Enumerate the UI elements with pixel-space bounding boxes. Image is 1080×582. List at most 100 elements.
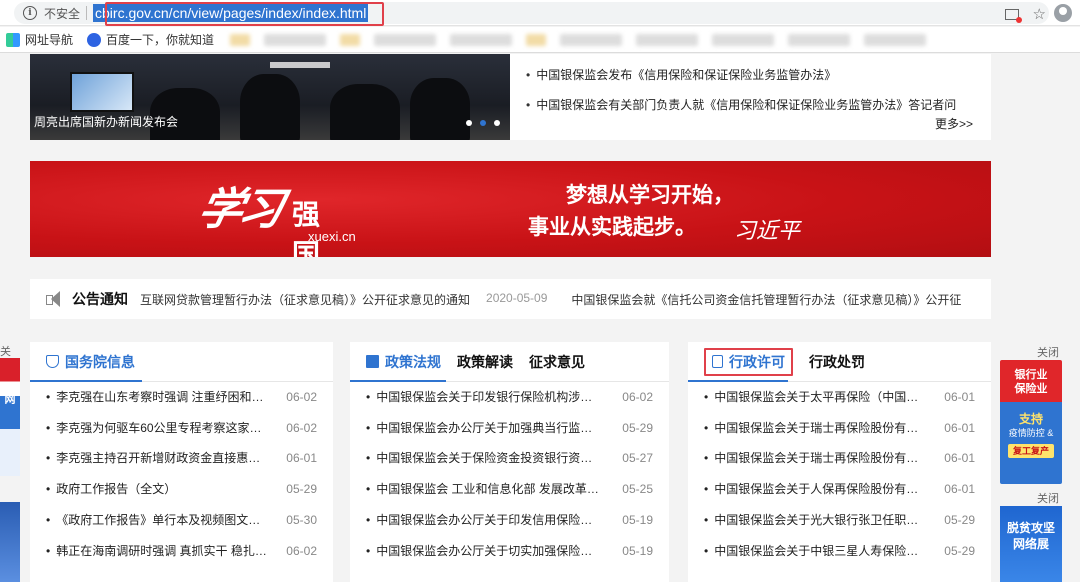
security-indicator[interactable]: 不安全 (44, 5, 80, 22)
item-title[interactable]: 中国银保监会 工业和信息化部 发展改革… (366, 474, 599, 505)
bookmark-star-icon[interactable]: ☆ (1033, 5, 1046, 23)
left-ad-image-2[interactable] (0, 502, 20, 582)
profile-avatar-icon[interactable] (1054, 4, 1072, 22)
xuexi-banner[interactable]: 学习 强国 xuexi.cn 梦想从学习开始， 事业从实践起步。 习近平 (30, 161, 991, 257)
item-title[interactable]: 政府工作报告（全文） (46, 474, 176, 505)
close-right-ad-2[interactable]: 关闭 (1037, 490, 1059, 506)
more-link[interactable]: 更多>> (935, 115, 973, 132)
item-title[interactable]: 中国银保监会关于保险资金投资银行资… (366, 443, 592, 474)
carousel-dot-active[interactable] (480, 120, 486, 126)
item-title[interactable]: 中国银保监会关于人保再保险股份有… (704, 474, 918, 505)
item-title[interactable]: 中国银保监会办公厅关于加强典当行监… (366, 413, 592, 444)
carousel-caption[interactable]: 周亮出席国新办新闻发布会 (34, 113, 178, 130)
list-item[interactable]: 中国银保监会办公厅关于印发信用保险… 05-19 (366, 505, 653, 536)
tab-state-council[interactable]: 国务院信息 (46, 352, 135, 372)
item-date: 06-01 (944, 451, 975, 466)
list-item[interactable]: 中国银保监会关于瑞士再保险股份有… 06-01 (704, 443, 975, 474)
list-item[interactable]: 李克强主持召开新增财政资金直接惠… 06-01 (46, 443, 317, 474)
covid-support-ad[interactable]: 银行业 保险业 支持 疫情防控 & 复工复产 (1000, 360, 1062, 484)
item-title[interactable]: 中国银保监会关于中银三星人寿保险… (704, 536, 918, 567)
item-title[interactable]: 韩正在海南调研时强调 真抓实干 稳扎… (46, 536, 267, 567)
bookmark-baidu[interactable]: 百度一下，你就知道 (87, 31, 214, 48)
item-title[interactable]: 中国银保监会办公厅关于切实加强保险… (366, 536, 592, 567)
left-ad-text: 院网 (3, 382, 15, 404)
item-title[interactable]: 中国银保监会关于瑞士再保险股份有… (704, 413, 918, 444)
tab-public-comment[interactable]: 征求意见 (529, 352, 585, 372)
item-title[interactable]: 中国银保监会关于印发银行保险机构涉… (366, 382, 592, 413)
item-title[interactable]: 中国银保监会关于光大银行张卫任职… (704, 505, 918, 536)
item-date: 05-25 (622, 482, 653, 497)
headline-news-list: 中国银保监会发布《信用保险和保证保险业务监管办法》 中国银保监会有关部门负责人就… (526, 60, 976, 120)
notice-item[interactable]: 互联网贷款管理暂行办法（征求意见稿）》公开征求意见的通知 (140, 291, 470, 308)
url-separator (86, 6, 88, 20)
card-header: 政策法规 政策解读 征求意见 (350, 342, 669, 382)
shield-icon (46, 355, 59, 368)
info-icon[interactable]: i (23, 6, 37, 20)
omnibox[interactable]: i 不安全 cbirc.gov.cn/cn/view/pages/index/i… (14, 2, 1049, 26)
tab-policy-regulations[interactable]: 政策法规 (366, 352, 441, 372)
document-icon (712, 355, 723, 368)
headline-news-item[interactable]: 中国银保监会发布《信用保险和保证保险业务监管办法》 (526, 60, 976, 90)
list-item[interactable]: 政府工作报告（全文） 05-29 (46, 474, 317, 505)
item-title[interactable]: 《政府工作报告》单行本及视频图文… (46, 505, 260, 536)
logo-script: 学习 (193, 184, 285, 235)
photo-screen (70, 72, 134, 112)
notice-item[interactable]: 中国银保监会就《信托公司资金信托管理暂行办法（征求意见稿）》公开征 (571, 291, 961, 308)
item-title[interactable]: 李克强为何驱车60公里专程考察这家… (46, 413, 261, 444)
banner-signature: 习近平 (734, 219, 801, 244)
list-item[interactable]: 《政府工作报告》单行本及视频图文… 05-30 (46, 505, 317, 536)
item-title[interactable]: 李克强在山东考察时强调 注重纾困和… (46, 382, 263, 413)
bookmark-label: 网址导航 (25, 33, 74, 47)
logo-domain: xuexi.cn (308, 229, 356, 244)
tab-administrative-license[interactable]: 行政许可 (704, 347, 793, 376)
item-date: 06-01 (944, 482, 975, 497)
list-item[interactable]: 中国银保监会关于中银三星人寿保险… 05-29 (704, 536, 975, 567)
tab-policy-interpretation[interactable]: 政策解读 (457, 352, 513, 372)
bookmark-nav[interactable]: 网址导航 (6, 31, 73, 48)
list-item[interactable]: 李克强为何驱车60公里专程考察这家… 06-02 (46, 413, 317, 444)
list-item[interactable]: 韩正在海南调研时强调 真抓实干 稳扎… 06-02 (46, 536, 317, 567)
list-item[interactable]: 中国银保监会关于太平再保险（中国… 06-01 (704, 382, 975, 413)
list-item[interactable]: 中国银保监会关于印发银行保险机构涉… 06-02 (366, 382, 653, 413)
item-date: 06-02 (286, 390, 317, 404)
list-item[interactable]: 中国银保监会办公厅关于切实加强保险… 05-19 (366, 536, 653, 567)
book-icon (366, 355, 379, 368)
list-item[interactable]: 李克强在山东考察时强调 注重纾困和… 06-02 (46, 382, 317, 413)
logo-text: 强国 (292, 199, 322, 257)
left-ad-image[interactable]: 院网 (0, 358, 20, 476)
tab-administrative-penalty[interactable]: 行政处罚 (809, 352, 865, 372)
item-title[interactable]: 中国银保监会关于瑞士再保险股份有… (704, 443, 918, 474)
policy-card: 政策法规 政策解读 征求意见 中国银保监会关于印发银行保险机构涉… 06-02 中… (350, 342, 669, 582)
poverty-alleviation-ad[interactable]: 脱贫攻坚 网络展 (1000, 506, 1062, 582)
carousel-dot[interactable] (494, 120, 500, 126)
state-council-card: 国务院信息 李克强在山东考察时强调 注重纾困和… 06-02 李克强为何驱车60公… (30, 342, 333, 582)
list-item[interactable]: 中国银保监会关于保险资金投资银行资… 05-27 (366, 443, 653, 474)
item-title[interactable]: 中国银保监会关于太平再保险（中国… (704, 382, 918, 413)
news-list: 中国银保监会关于太平再保险（中国… 06-01 中国银保监会关于瑞士再保险股份有…… (688, 382, 991, 566)
list-item[interactable]: 中国银保监会关于瑞士再保险股份有… 06-01 (704, 413, 975, 444)
administrative-card: 行政许可 行政处罚 中国银保监会关于太平再保险（中国… 06-01 中国银保监会关… (688, 342, 991, 582)
item-date: 05-27 (622, 451, 653, 466)
page-content: 周亮出席国新办新闻发布会 中国银保监会发布《信用保险和保证保险业务监管办法》 中… (0, 54, 1080, 582)
item-date: 06-01 (286, 451, 317, 466)
ad-line: 银行业 (1014, 369, 1048, 381)
list-item[interactable]: 中国银保监会办公厅关于加强典当行监… 05-29 (366, 413, 653, 444)
news-carousel-photo[interactable]: 周亮出席国新办新闻发布会 (30, 54, 510, 140)
xuexi-logo: 学习 强国 xuexi.cn (194, 173, 356, 257)
url-highlight-box (105, 2, 384, 26)
carousel-dot[interactable] (466, 120, 472, 126)
blurred-bookmarks (230, 33, 927, 46)
tab-label: 政策法规 (385, 353, 441, 370)
item-title[interactable]: 李克强主持召开新增财政资金直接惠… (46, 443, 260, 474)
list-item[interactable]: 中国银保监会关于光大银行张卫任职… 05-29 (704, 505, 975, 536)
list-item[interactable]: 中国银保监会 工业和信息化部 发展改革… 05-25 (366, 474, 653, 505)
item-date: 05-19 (622, 543, 653, 558)
headline-news-item[interactable]: 中国银保监会有关部门负责人就《信用保险和保证保险业务监管办法》答记者问 (526, 90, 976, 120)
item-date: 05-29 (944, 512, 975, 527)
item-date: 05-19 (622, 512, 653, 527)
close-right-ad-1[interactable]: 关闭 (1037, 344, 1059, 360)
translate-page-icon[interactable] (1004, 8, 1022, 23)
item-title[interactable]: 中国银保监会办公厅关于印发信用保险… (366, 505, 592, 536)
list-item[interactable]: 中国银保监会关于人保再保险股份有… 06-01 (704, 474, 975, 505)
notice-date: 2020-05-09 (486, 290, 548, 305)
